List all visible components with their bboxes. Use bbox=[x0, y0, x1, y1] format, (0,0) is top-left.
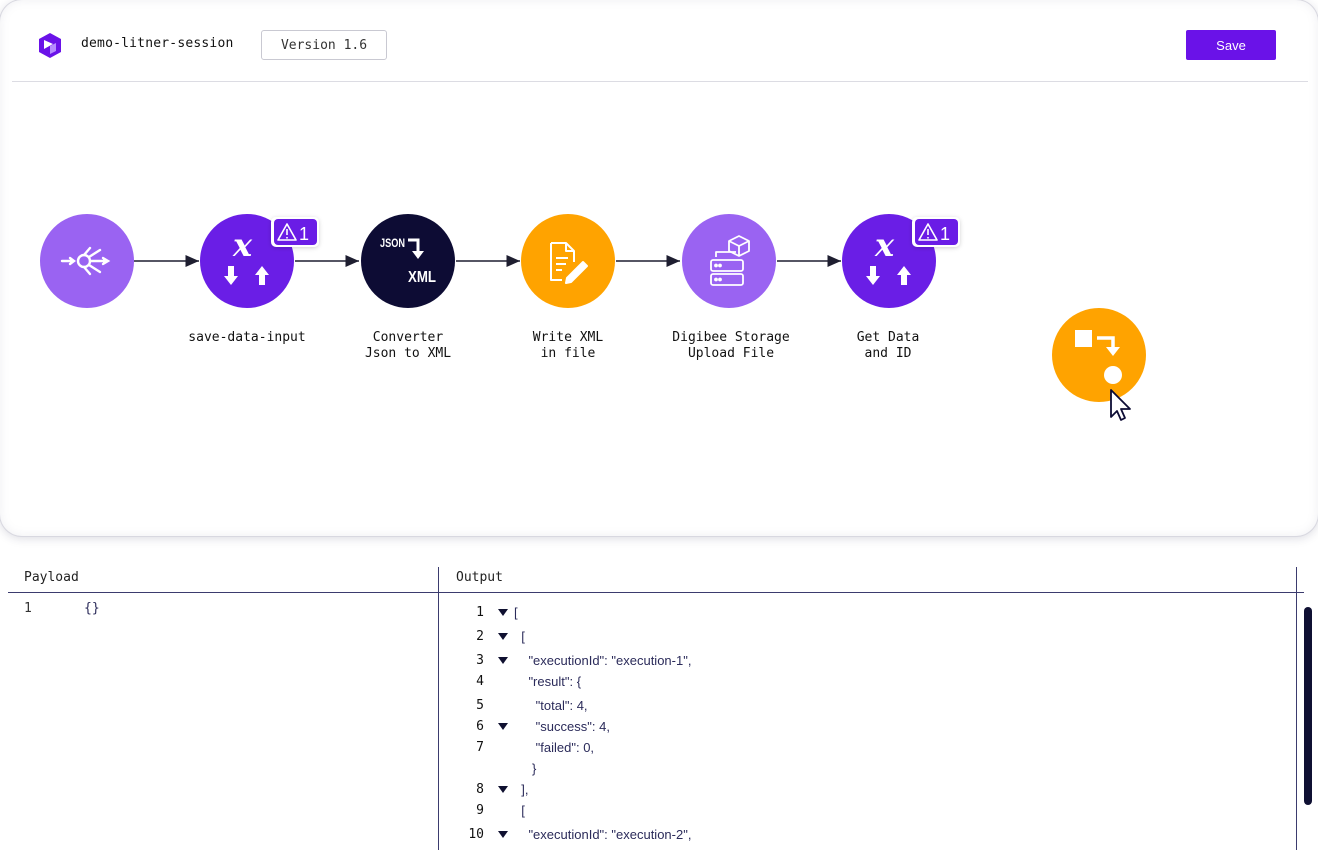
node-label-save-data-input: save-data-input bbox=[188, 330, 306, 345]
output-line-text: "executionId": "execution-2", bbox=[514, 827, 692, 842]
warning-count: 1 bbox=[299, 224, 309, 244]
dragging-component-node[interactable] bbox=[1052, 308, 1146, 402]
output-line-number: 4 bbox=[476, 674, 484, 689]
test-panels: Payload Output 1 {} 1 [2 [3 "executionId":… bbox=[8, 567, 1318, 850]
fold-toggle-icon[interactable] bbox=[498, 633, 508, 640]
output-line-number: 5 bbox=[476, 698, 484, 713]
fold-toggle-icon[interactable] bbox=[498, 609, 508, 616]
output-line-number: 6 bbox=[476, 719, 484, 734]
output-line-text: "failed": 0, bbox=[514, 740, 595, 755]
node-label-get-data: Get Data and ID bbox=[856, 330, 920, 361]
fold-toggle-icon[interactable] bbox=[498, 657, 508, 664]
output-line-text: "result": { bbox=[514, 674, 582, 689]
warning-badge[interactable]: 1 bbox=[912, 217, 960, 247]
fold-toggle-icon[interactable] bbox=[498, 786, 508, 793]
output-title: Output bbox=[456, 570, 503, 585]
output-line-number: 9 bbox=[476, 803, 484, 818]
payload-title: Payload bbox=[24, 570, 79, 585]
fold-toggle-icon[interactable] bbox=[498, 723, 508, 730]
xml-icon-text: XML bbox=[408, 269, 436, 286]
digibee-storage-node[interactable] bbox=[682, 214, 776, 308]
get-data-node[interactable]: x 1 bbox=[842, 214, 960, 308]
output-line-text: "executionId": "execution-1", bbox=[514, 653, 692, 668]
write-xml-node[interactable] bbox=[521, 214, 615, 308]
payload-content: {} bbox=[84, 601, 100, 616]
converter-node[interactable]: JSON XML bbox=[361, 214, 455, 308]
output-line-text: } bbox=[514, 761, 537, 776]
flow-canvas[interactable]: demo-litner-session Version 1.6 Save x 1… bbox=[0, 0, 1318, 536]
output-line-text: "success": 4, bbox=[514, 719, 610, 734]
json-icon-text: JSON bbox=[380, 236, 405, 250]
output-line-text: [ bbox=[514, 803, 525, 818]
warning-badge[interactable]: 1 bbox=[271, 217, 319, 247]
node-label-converter: Converter Json to XML bbox=[364, 330, 452, 361]
output-line-text: [ bbox=[514, 605, 518, 620]
svg-text:x: x bbox=[874, 226, 895, 264]
payload-line-number: 1 bbox=[24, 601, 32, 616]
node-label-write-xml: Write XML in file bbox=[532, 330, 604, 361]
output-line-number: 1 bbox=[476, 605, 484, 620]
svg-text:x: x bbox=[232, 226, 253, 264]
panel-divider[interactable] bbox=[438, 567, 439, 850]
output-line-number: 3 bbox=[476, 653, 484, 668]
payload-editor[interactable]: 1 {} bbox=[24, 601, 100, 616]
output-line-number: 8 bbox=[476, 782, 484, 797]
panel-header-divider bbox=[8, 592, 1304, 593]
panel-right-border bbox=[1296, 567, 1297, 850]
output-scrollbar[interactable] bbox=[1304, 607, 1312, 805]
output-line-text: "total": 4, bbox=[514, 698, 588, 713]
output-line-text: ], bbox=[514, 782, 529, 797]
node-label-digibee-storage: Digibee Storage Upload File bbox=[672, 330, 790, 361]
output-line-text: [ bbox=[514, 629, 525, 644]
fold-toggle-icon[interactable] bbox=[498, 831, 508, 838]
flow-diagram: x 1 JSON XML x 1 bbox=[40, 214, 1146, 421]
warning-count: 1 bbox=[940, 224, 950, 244]
output-line-number: 2 bbox=[476, 629, 484, 644]
trigger-node[interactable] bbox=[40, 214, 134, 308]
output-line-number: 10 bbox=[468, 827, 484, 842]
output-line-number: 7 bbox=[476, 740, 484, 755]
